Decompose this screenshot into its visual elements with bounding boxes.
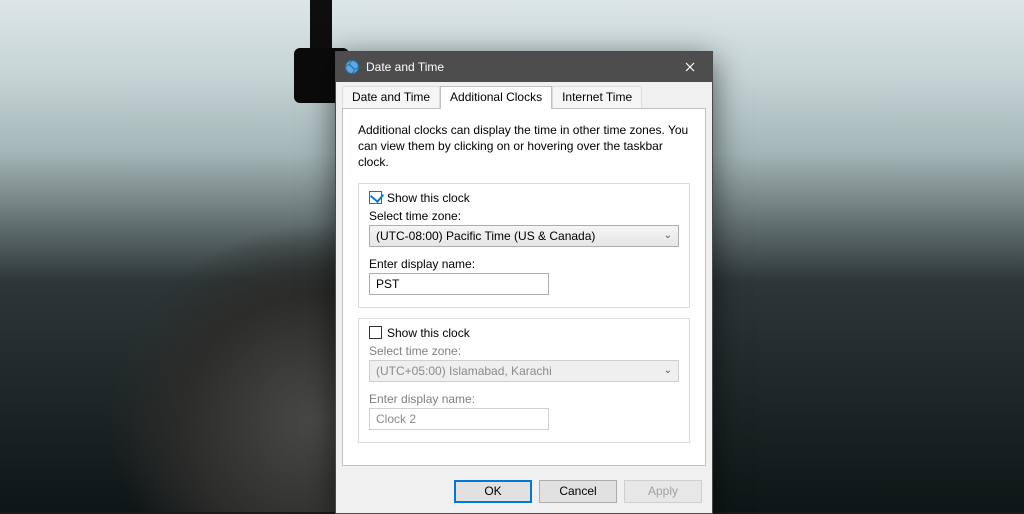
intro-text: Additional clocks can display the time i… (358, 122, 690, 171)
tab-date-and-time[interactable]: Date and Time (342, 86, 440, 108)
tab-internet-time[interactable]: Internet Time (552, 86, 642, 108)
tab-strip: Date and Time Additional Clocks Internet… (336, 82, 712, 108)
chevron-down-icon: ⌄ (664, 230, 672, 241)
clock2-group: Show this clock Select time zone: (UTC+0… (358, 318, 690, 443)
clock2-displayname-input: Clock 2 (369, 408, 549, 430)
date-and-time-dialog: Date and Time Date and Time Additional C… (335, 51, 713, 514)
cancel-button[interactable]: Cancel (539, 480, 617, 503)
dialog-button-row: OK Cancel Apply (336, 472, 712, 513)
clock2-displayname-value: Clock 2 (376, 412, 416, 426)
clock2-timezone-select: (UTC+05:00) Islamabad, Karachi ⌄ (369, 360, 679, 382)
clock2-timezone-label: Select time zone: (369, 344, 679, 358)
tab-additional-clocks[interactable]: Additional Clocks (440, 86, 552, 108)
tab-panel-additional-clocks: Additional clocks can display the time i… (342, 108, 706, 466)
clock2-timezone-value: (UTC+05:00) Islamabad, Karachi (376, 364, 552, 378)
clock1-displayname-value: PST (376, 277, 399, 291)
ok-button[interactable]: OK (454, 480, 532, 503)
window-title: Date and Time (366, 60, 444, 74)
clock1-displayname-label: Enter display name: (369, 257, 679, 271)
chevron-down-icon: ⌄ (664, 365, 672, 376)
clock1-show-label: Show this clock (387, 191, 470, 205)
clock1-timezone-value: (UTC-08:00) Pacific Time (US & Canada) (376, 229, 595, 243)
close-button[interactable] (667, 52, 712, 82)
clock1-timezone-select[interactable]: (UTC-08:00) Pacific Time (US & Canada) ⌄ (369, 225, 679, 247)
apply-button[interactable]: Apply (624, 480, 702, 503)
titlebar[interactable]: Date and Time (336, 52, 712, 82)
clock2-displayname-label: Enter display name: (369, 392, 679, 406)
clock1-displayname-input[interactable]: PST (369, 273, 549, 295)
clock1-show-checkbox[interactable] (369, 191, 382, 204)
clock2-show-label: Show this clock (387, 326, 470, 340)
date-time-icon (344, 59, 360, 75)
clock2-show-checkbox[interactable] (369, 326, 382, 339)
clock1-group: Show this clock Select time zone: (UTC-0… (358, 183, 690, 308)
clock1-timezone-label: Select time zone: (369, 209, 679, 223)
